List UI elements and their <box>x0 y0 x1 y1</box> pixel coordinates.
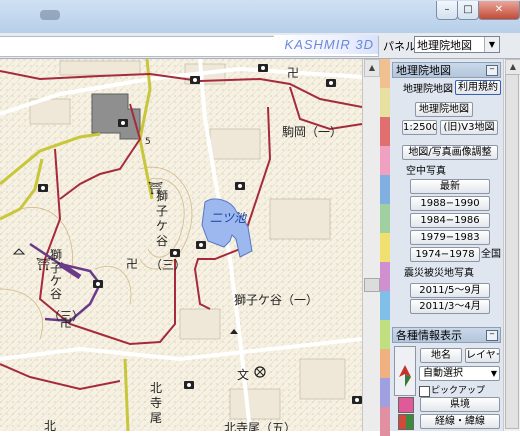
collapse-icon[interactable]: − <box>486 330 498 341</box>
scroll-thumb[interactable] <box>505 74 519 429</box>
layer-button[interactable]: レイヤー <box>465 348 500 363</box>
layer-color-swatch <box>380 320 390 349</box>
temple-icon: 卍 <box>287 66 300 80</box>
map-label-shishigaya-3: （三） <box>150 258 187 272</box>
scroll-thumb[interactable] <box>364 278 380 292</box>
border-layer-icon <box>398 397 414 413</box>
layer-color-swatch <box>380 175 390 204</box>
period-1979-button[interactable]: 1979−1983 <box>410 230 490 245</box>
disaster-2011-mar-button[interactable]: 2011/3〜4月 <box>410 299 490 314</box>
map-canvas <box>0 59 362 431</box>
panel-select[interactable]: 地理院地図 ▼ <box>414 36 500 53</box>
image-adjust-button[interactable]: 地図/写真画像調整 <box>402 145 498 160</box>
kashmir3d-logo: KASHMIR 3D <box>274 35 378 54</box>
popup-checkbox[interactable] <box>419 386 430 397</box>
school-icon: 文 <box>237 368 250 382</box>
map-label-futatsuike: 二ツ池 <box>210 211 247 225</box>
gsi-map-button[interactable]: 地理院地図 <box>415 102 473 117</box>
map-scrollbar[interactable]: ▲ <box>362 59 380 431</box>
latlon-layer-icon <box>398 414 414 430</box>
map-label-num5: 5 <box>145 137 151 147</box>
window-title-bar: – □ ✕ <box>0 0 520 33</box>
layer-color-swatch <box>380 59 390 88</box>
panel-scrollbar[interactable]: ▲ <box>503 59 520 431</box>
map-label-shishigaya-vertical: 獅 子 ケ 谷 <box>156 189 169 248</box>
chevron-down-icon: ▼ <box>490 369 497 378</box>
minimize-button[interactable]: – <box>436 1 458 20</box>
period-1984-button[interactable]: 1984−1986 <box>410 213 490 228</box>
longitude-latitude-button[interactable]: 経線・緯線 <box>420 414 500 429</box>
map-label-shishigaya-left: 獅 子 ケ 谷 <box>50 248 63 301</box>
layer-color-swatch <box>380 378 390 407</box>
aerial-photo-label: 空中写真 <box>406 166 446 177</box>
app-icon <box>40 10 60 20</box>
gsi-section-header[interactable]: 地理院地図 − <box>392 62 501 78</box>
panel-label: パネル <box>383 40 416 53</box>
nationwide-label: 全国 <box>481 249 501 260</box>
disaster-2011-may-button[interactable]: 2011/5〜9月 <box>410 283 490 298</box>
info-section-title: 各種情報表示 <box>396 329 462 342</box>
map-label-shishigaya: 獅子ケ谷（一） <box>234 293 319 307</box>
chevron-down-icon: ▼ <box>484 37 499 52</box>
auto-select-value: 自動選択 <box>423 368 463 379</box>
layer-color-swatch <box>380 146 390 175</box>
latest-button[interactable]: 最新 <box>410 179 490 194</box>
close-button[interactable]: ✕ <box>478 1 520 20</box>
toolbar: KASHMIR 3D パネル 地理院地図 ▼ <box>0 33 520 59</box>
temple-icon: 卍 <box>126 257 139 271</box>
layer-color-swatch <box>380 291 390 320</box>
prefecture-border-button[interactable]: 県境 <box>420 397 500 412</box>
map-label-kita: 北 <box>44 419 57 431</box>
period-1974-button[interactable]: 1974−1978 <box>410 247 480 262</box>
gsi-subtitle: 地理院地図 <box>403 84 453 95</box>
layer-color-swatch <box>380 349 390 378</box>
old-v3-map-button[interactable]: (旧)V3地図 <box>440 120 498 135</box>
navigation-arrow-button[interactable] <box>394 346 416 396</box>
disaster-photo-label: 震災被災地写真 <box>404 268 474 279</box>
scroll-up-icon[interactable]: ▲ <box>505 59 520 75</box>
popup-label: ピックアップ <box>431 386 486 396</box>
shrine-icon: ⛩ <box>148 181 164 195</box>
scroll-up-icon[interactable]: ▲ <box>364 59 380 77</box>
layer-color-swatch <box>380 204 390 233</box>
layer-color-swatch <box>380 262 390 291</box>
map-label-komaoka: 駒岡（一） <box>282 125 343 139</box>
layer-color-swatch <box>380 88 390 117</box>
collapse-icon[interactable]: − <box>486 65 498 76</box>
layer-color-swatch <box>380 117 390 146</box>
maximize-button[interactable]: □ <box>457 1 479 20</box>
place-name-button[interactable]: 地名 <box>420 348 462 363</box>
scale-2500-button[interactable]: 1:2500 <box>402 120 437 135</box>
map-label-kitaterao-5: 北寺尾（五） <box>224 421 297 431</box>
period-1988-button[interactable]: 1988−1990 <box>410 196 490 211</box>
auto-select-dropdown[interactable]: 自動選択 ▼ <box>419 366 500 381</box>
layer-color-swatch <box>380 233 390 262</box>
north-arrow-icon <box>399 365 411 387</box>
info-section-header[interactable]: 各種情報表示 − <box>392 327 501 343</box>
map-label-kitaterao-vertical: 北 寺 尾 <box>150 381 163 425</box>
layer-color-strip <box>380 59 390 436</box>
usage-terms-button[interactable]: 利用規約 <box>455 80 501 95</box>
gsi-section-title: 地理院地図 <box>396 64 451 77</box>
map-view[interactable]: 駒岡（一） 獅子ケ谷（一） 獅 子 ケ 谷 （三） 二ツ池 獅 子 ケ 谷 （三… <box>0 59 362 431</box>
shrine-icon: ⛩ <box>36 257 52 271</box>
panel-select-value: 地理院地図 <box>417 39 472 52</box>
layer-color-swatch <box>380 407 390 436</box>
temple-icon: 卍 <box>60 316 73 330</box>
